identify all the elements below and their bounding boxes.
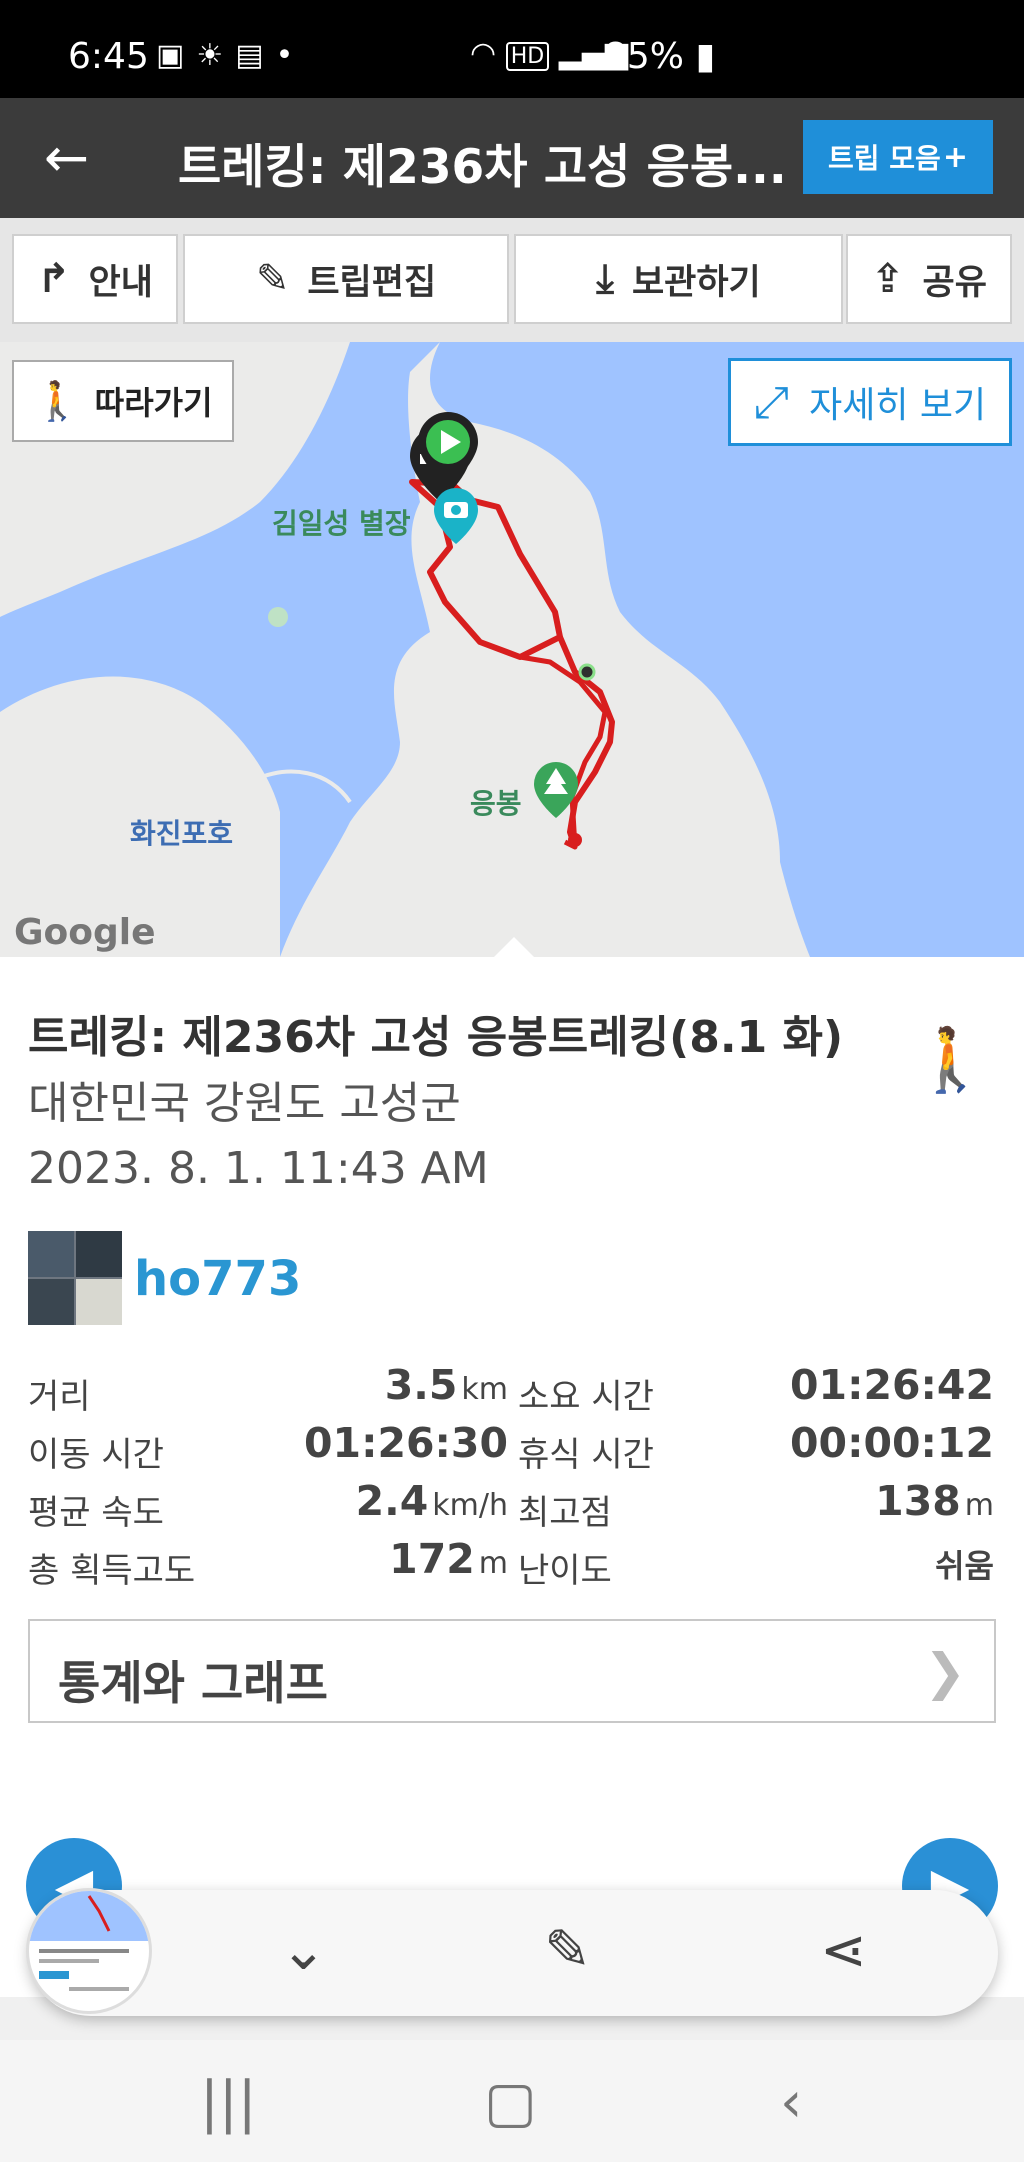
duration-value: 01:26:42	[790, 1361, 994, 1409]
edit-trip-label: 트립편집	[307, 262, 437, 303]
google-logo: Google	[14, 912, 156, 953]
share-out-icon: ⇪	[871, 256, 905, 302]
guide-label: 안내	[88, 262, 153, 303]
map-view[interactable]: 김일성 별장 응봉 화진포호 🚶 따라가기 ⤢ 자세히 보기 Google	[0, 342, 1024, 957]
map-label-villa: 김일성 별장	[272, 507, 411, 540]
scroll-capture-icon[interactable]: ⌄	[280, 1918, 327, 1983]
difficulty-label: 난이도	[518, 1551, 612, 1591]
home-icon[interactable]: ▢	[484, 2070, 537, 2135]
share-button[interactable]: ⇪ 공유	[846, 234, 1012, 324]
trip-collection-button[interactable]: 트립 모음 +	[803, 120, 993, 194]
elevation-gain-value: 172 m	[389, 1535, 508, 1583]
max-elevation-value: 138 m	[875, 1477, 994, 1525]
trip-title: 트레킹: 제236차 고성 응봉트레킹(8.1 화)	[28, 1012, 844, 1063]
moving-time-value: 01:26:30	[304, 1419, 508, 1467]
share-icon[interactable]: ⋖	[820, 1918, 867, 1983]
stats-graph-label: 통계와 그래프	[58, 1656, 328, 1710]
thumbnail-preview	[29, 1891, 149, 1991]
plus-icon: +	[942, 139, 968, 175]
turn-arrow-icon: ↱	[37, 256, 71, 302]
save-label: 보관하기	[631, 262, 761, 303]
follow-button[interactable]: 🚶 따라가기	[12, 360, 234, 442]
trip-info-panel: 트레킹: 제236차 고성 응봉트레킹(8.1 화) 대한민국 강원도 고성군 …	[0, 957, 1024, 1997]
max-elevation-label: 최고점	[518, 1493, 612, 1533]
share-label: 공유	[922, 262, 987, 303]
edit-trip-button[interactable]: ✎ 트립편집	[183, 234, 509, 324]
app-header: ← 트레킹: 제236차 고성 응봉... 트립 모음 +	[0, 98, 1024, 218]
map-label-lake: 화진포호	[130, 817, 234, 850]
download-icon: ⤓	[596, 256, 614, 302]
trip-datetime: 2023. 8. 1. 11:43 AM	[28, 1143, 489, 1194]
duration-label: 소요 시간	[518, 1377, 654, 1417]
hd-icon: HD	[505, 42, 550, 71]
rest-time-value: 00:00:12	[790, 1419, 994, 1467]
status-time: 6:45	[68, 36, 149, 77]
recent-apps-icon[interactable]: |||	[200, 2070, 257, 2135]
battery-percent: 85% ▮	[604, 36, 716, 77]
status-bar: 6:45 ▣☀▤• ◠ HD ▂▄▆ 85% ▮	[0, 0, 1024, 98]
action-toolbar: ↱ 안내 ✎ 트립편집 ⤓ 보관하기 ⇪ 공유	[0, 218, 1024, 342]
pencil-icon: ✎	[255, 256, 290, 302]
save-button[interactable]: ⤓ 보관하기	[514, 234, 843, 324]
screenshot-thumbnail[interactable]	[26, 1888, 152, 2014]
back-icon[interactable]: ‹	[780, 2070, 802, 2135]
avg-speed-value: 2.4 km/h	[355, 1477, 508, 1525]
status-icons-left: ▣☀▤•	[156, 38, 305, 73]
elevation-gain-label: 총 획득고도	[28, 1551, 196, 1591]
system-nav-bar: ||| ▢ ‹	[0, 2040, 1024, 2162]
trip-location: 대한민국 강원도 고성군	[28, 1078, 461, 1129]
stats-graph-button[interactable]: 통계와 그래프 ❯	[28, 1619, 996, 1723]
guide-button[interactable]: ↱ 안내	[12, 234, 178, 324]
dot-icon: •	[275, 38, 306, 73]
avatar[interactable]	[28, 1231, 122, 1325]
expand-icon: ⤢	[753, 376, 790, 428]
follow-label: 따라가기	[94, 384, 213, 422]
page-title: 트레킹: 제236차 고성 응봉...	[178, 140, 787, 195]
view-detail-label: 자세히 보기	[809, 385, 987, 426]
screenshot-toolbar: ⌄ ✎ ⋖	[26, 1888, 998, 2016]
difficulty-value: 쉬움	[935, 1547, 994, 1585]
rest-time-label: 휴식 시간	[518, 1435, 654, 1475]
back-arrow-icon[interactable]: ←	[44, 128, 89, 188]
crop-edit-icon[interactable]: ✎	[544, 1918, 591, 1983]
view-detail-button[interactable]: ⤢ 자세히 보기	[728, 358, 1012, 446]
hiker-icon: 🚶	[33, 378, 81, 423]
chevron-right-icon: ❯	[924, 1643, 966, 1701]
moving-time-label: 이동 시간	[28, 1435, 164, 1475]
map-label-peak: 응봉	[470, 787, 522, 820]
trip-collection-label: 트립 모음	[828, 142, 941, 175]
battery-icon: ▮	[695, 36, 716, 77]
image-icon: ▣	[156, 38, 197, 73]
distance-label: 거리	[28, 1377, 91, 1417]
wifi-icon: ◠	[470, 36, 497, 71]
username-link[interactable]: ho773	[134, 1251, 301, 1307]
walking-icon: 🚶	[912, 1023, 990, 1096]
distance-value: 3.5 km	[384, 1361, 508, 1409]
avg-speed-label: 평균 속도	[28, 1493, 164, 1533]
sun-icon: ☀	[196, 38, 236, 73]
calendar-icon: ▤	[235, 38, 276, 73]
